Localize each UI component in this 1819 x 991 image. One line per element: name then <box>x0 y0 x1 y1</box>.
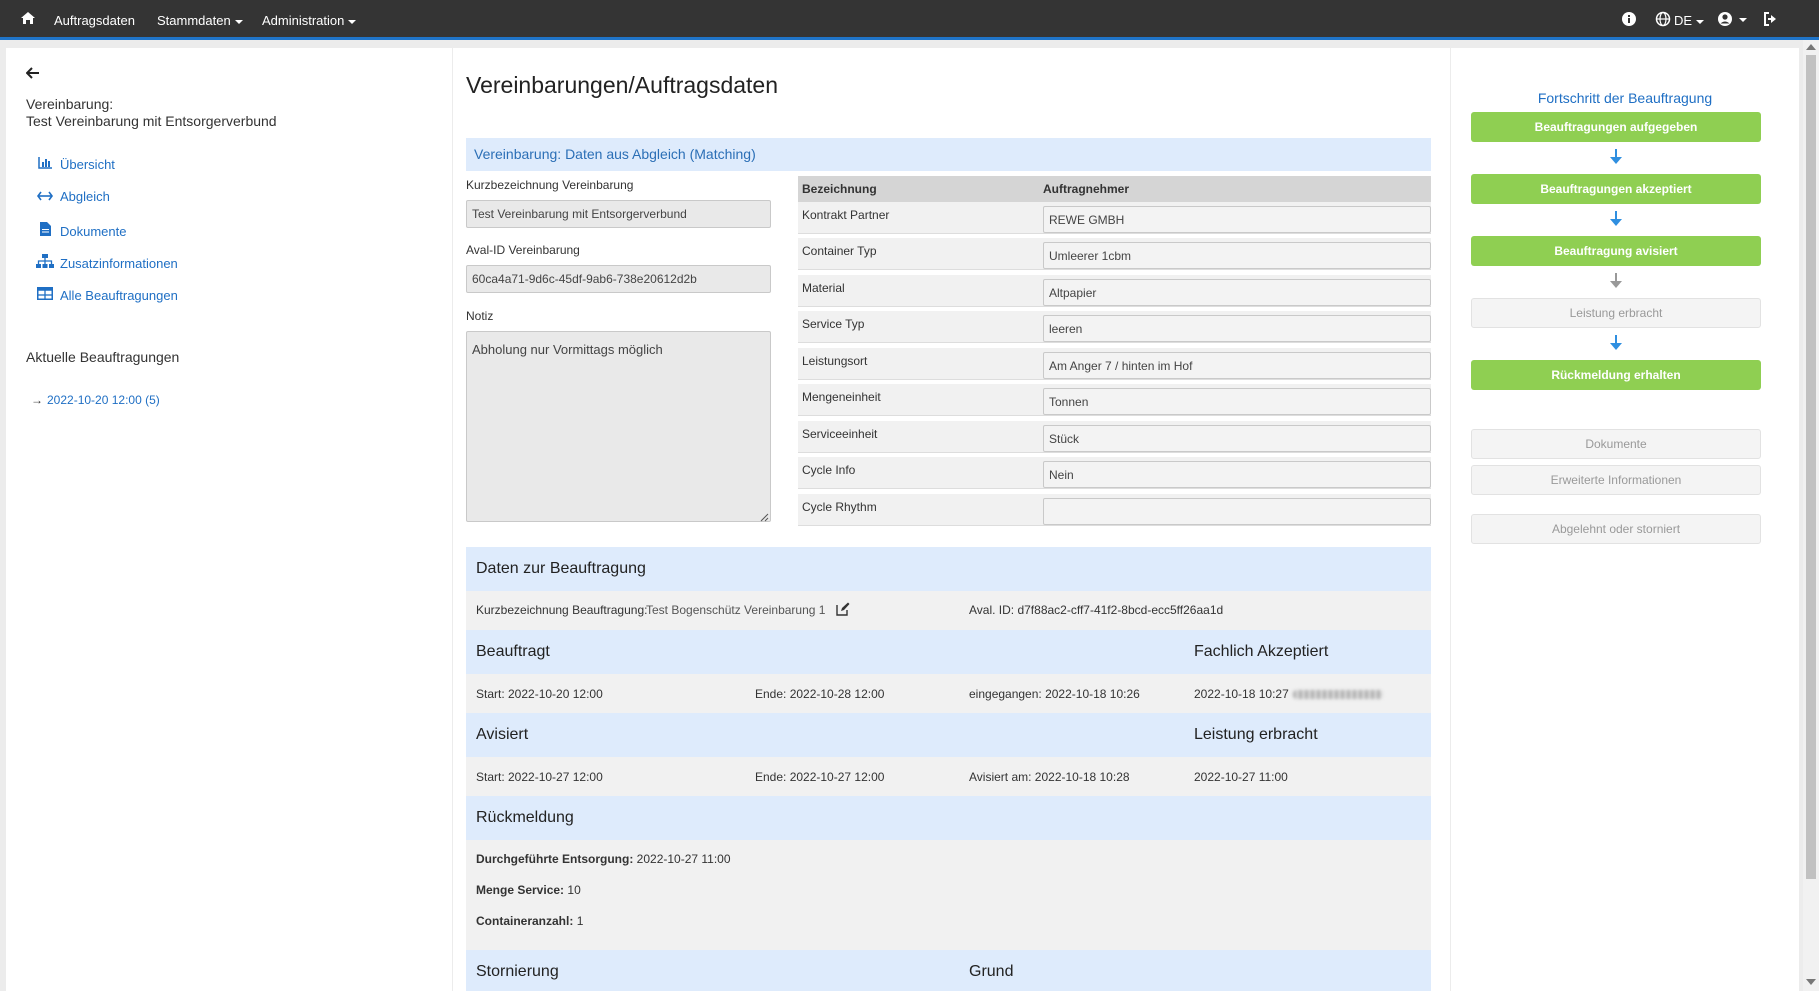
current-assignment-item[interactable]: → 2022-10-20 12:00 (5) <box>31 393 160 407</box>
erweiterte-informationen-button[interactable]: Erweiterte Informationen <box>1471 465 1761 495</box>
sitemap-icon <box>36 254 54 271</box>
nav-administration[interactable]: Administration <box>262 13 357 28</box>
aval-id-field[interactable]: 60ca4a71-9d6c-45df-9ab6-738e20612d2b <box>466 265 771 293</box>
sidebar-item-dokumente[interactable]: Dokumente <box>36 222 126 239</box>
sidebar-item-uebersicht[interactable]: Übersicht <box>36 157 115 172</box>
aval-id-label: Aval-ID Vereinbarung <box>466 243 580 257</box>
table-row: Kontrakt Partner REWE GMBH <box>798 202 1431 234</box>
daten-band: Daten zur Beauftragung <box>466 547 1431 591</box>
step-leistung-erbracht[interactable]: Leistung erbracht <box>1471 298 1761 328</box>
page-title: Vereinbarungen/Auftragsdaten <box>466 72 779 98</box>
value-field[interactable]: REWE GMBH <box>1043 206 1431 233</box>
arrow-right-icon: → <box>31 393 43 407</box>
rueckmeldung-band: Rückmeldung <box>466 796 1431 840</box>
stornierung-band: Stornierung Grund <box>466 950 1431 991</box>
home-icon[interactable] <box>20 11 36 28</box>
beauftragt-band: Beauftragt Fachlich Akzeptiert <box>466 630 1431 674</box>
value-field[interactable] <box>1043 498 1431 525</box>
sidebar-item-alle-beauftragungen[interactable]: Alle Beauftragungen <box>36 287 178 303</box>
arrow-down-icon <box>1610 149 1622 165</box>
chart-icon <box>36 157 54 172</box>
notiz-textarea[interactable]: Abholung nur Vormittags möglich <box>466 331 771 522</box>
dokumente-button[interactable]: Dokumente <box>1471 429 1761 459</box>
step-avisiert[interactable]: Beauftragung avisiert <box>1471 236 1761 266</box>
notiz-label: Notiz <box>466 309 494 323</box>
edit-icon[interactable] <box>836 602 850 619</box>
user-icon[interactable] <box>1717 11 1733 30</box>
logout-icon[interactable] <box>1763 11 1780 30</box>
user-caret-icon[interactable] <box>1739 18 1747 22</box>
value-field[interactable]: Umleerer 1cbm <box>1043 242 1431 269</box>
scroll-down-arrow-icon[interactable] <box>1806 979 1816 985</box>
resize-handle-icon[interactable] <box>759 510 769 522</box>
value-field[interactable]: leeren <box>1043 315 1431 342</box>
matching-band: Vereinbarung: Daten aus Abgleich (Matchi… <box>466 138 1431 171</box>
nav-auftragsdaten[interactable]: Auftragsdaten <box>54 13 135 28</box>
step-rueckmeldung[interactable]: Rückmeldung erhalten <box>1471 360 1761 390</box>
progress-title: Fortschritt der Beauftragung <box>1537 90 1713 106</box>
table-row: Container Typ Umleerer 1cbm <box>798 238 1431 270</box>
value-field[interactable]: Stück <box>1043 425 1431 452</box>
step-akzeptiert[interactable]: Beauftragungen akzeptiert <box>1471 174 1761 204</box>
sidebar: Vereinbarung: Test Vereinbarung mit Ents… <box>6 48 452 991</box>
sidebar-item-abgleich[interactable]: Abgleich <box>36 189 110 204</box>
value-field[interactable]: Tonnen <box>1043 388 1431 415</box>
kurzbezeichnung-row: Kurzbezeichnung Beauftragung: Test Bogen… <box>466 591 1431 630</box>
file-icon <box>36 222 54 239</box>
arrows-horizontal-icon <box>36 189 54 204</box>
table-row: Cycle Rhythm <box>798 494 1431 526</box>
abgelehnt-storniert-button[interactable]: Abgelehnt oder storniert <box>1471 514 1761 544</box>
info-icon[interactable] <box>1621 11 1637 30</box>
table-row: Mengeneinheit Tonnen <box>798 384 1431 416</box>
caret-down-icon <box>234 19 243 24</box>
table-row: Leistungsort Am Anger 7 / hinten im Hof <box>798 348 1431 380</box>
arrow-down-icon <box>1610 211 1622 227</box>
arrow-down-icon <box>1610 335 1622 351</box>
value-field[interactable]: Altpapier <box>1043 279 1431 306</box>
fachlich-akzeptiert-value: 2022-10-18 10:27 <box>1194 687 1383 701</box>
table-row: Serviceeinheit Stück <box>798 421 1431 453</box>
main-content: Vereinbarungen/Auftragsdaten Vereinbarun… <box>453 48 1450 991</box>
progress-panel: Fortschritt der Beauftragung Beauftragun… <box>1451 48 1799 991</box>
top-navbar: Auftragsdaten Stammdaten Administration … <box>0 0 1819 40</box>
step-aufgegeben[interactable]: Beauftragungen aufgegeben <box>1471 112 1761 142</box>
value-field[interactable]: Am Anger 7 / hinten im Hof <box>1043 352 1431 379</box>
col-bezeichnung: Bezeichnung <box>802 182 877 196</box>
table-header: Bezeichnung Auftragnehmer <box>798 176 1431 202</box>
avisiert-band: Avisiert Leistung erbracht <box>466 713 1431 757</box>
globe-icon[interactable] <box>1655 11 1671 30</box>
table-icon <box>36 287 54 303</box>
table-row: Service Typ leeren <box>798 311 1431 343</box>
back-arrow-icon[interactable] <box>25 66 40 84</box>
arrow-down-icon <box>1610 273 1622 289</box>
kurzbezeichnung-label: Kurzbezeichnung Vereinbarung <box>466 178 634 192</box>
scrollbar-thumb[interactable] <box>1806 55 1816 879</box>
value-field[interactable]: Nein <box>1043 461 1431 488</box>
agreement-title: Vereinbarung: Test Vereinbarung mit Ents… <box>26 96 277 129</box>
scroll-up-arrow-icon[interactable] <box>1806 44 1816 50</box>
language-select[interactable]: DE <box>1674 13 1705 28</box>
col-auftragnehmer: Auftragnehmer <box>1043 182 1130 196</box>
caret-down-icon <box>1696 19 1705 24</box>
caret-down-icon <box>348 19 357 24</box>
sidebar-item-zusatzinformationen[interactable]: Zusatzinformationen <box>36 254 178 271</box>
rueckmeldung-details: Durchgeführte Entsorgung: 2022-10-27 11:… <box>466 840 1431 950</box>
redacted-signature <box>1292 690 1383 700</box>
avisiert-row: Start: 2022-10-27 12:00 Ende: 2022-10-27… <box>466 757 1431 796</box>
table-row: Material Altpapier <box>798 275 1431 307</box>
nav-stammdaten[interactable]: Stammdaten <box>157 13 243 28</box>
current-assignments-heading: Aktuelle Beauftragungen <box>26 349 180 365</box>
kurzbezeichnung-field[interactable]: Test Vereinbarung mit Entsorgerverbund <box>466 200 771 228</box>
beauftragt-row: Start: 2022-10-20 12:00 Ende: 2022-10-28… <box>466 674 1431 713</box>
table-row: Cycle Info Nein <box>798 457 1431 489</box>
